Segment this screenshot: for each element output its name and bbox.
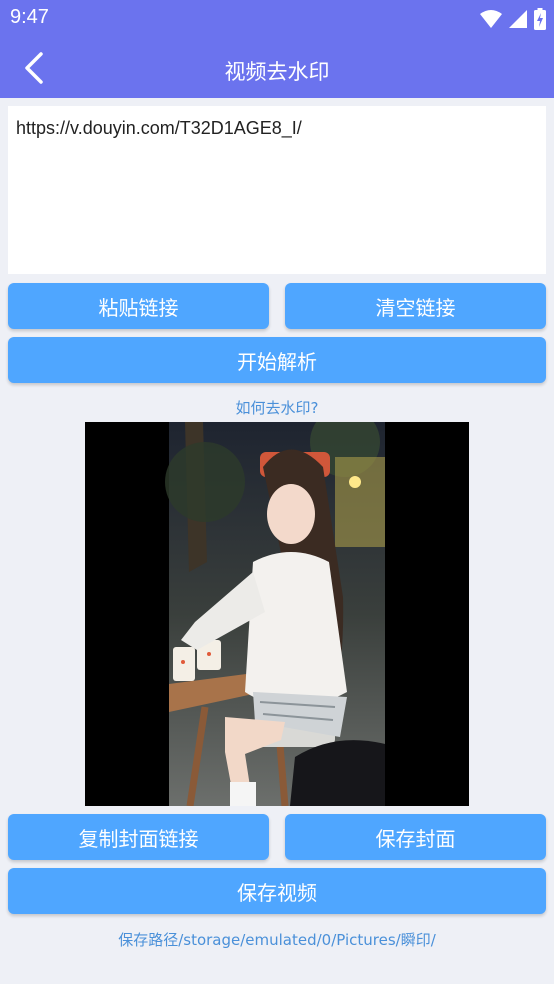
page-title: 视频去水印 [224, 60, 330, 84]
how-to-remove-watermark-link[interactable]: 如何去水印? [0, 397, 554, 418]
signal-icon [509, 10, 527, 28]
copy-cover-link-button[interactable]: 复制封面链接 [8, 814, 269, 860]
video-preview[interactable] [85, 422, 469, 806]
start-parse-button[interactable]: 开始解析 [8, 337, 546, 383]
save-video-button[interactable]: 保存视频 [8, 868, 546, 914]
clear-link-button[interactable]: 清空链接 [285, 283, 546, 329]
video-cover-image [165, 422, 385, 806]
status-bar: 9:47 [0, 0, 554, 38]
status-icons [480, 8, 546, 30]
save-cover-button[interactable]: 保存封面 [285, 814, 546, 860]
app-bar: 视频去水印 [0, 38, 554, 98]
paste-link-button[interactable]: 粘贴链接 [8, 283, 269, 329]
save-path-label: 保存路径/storage/emulated/0/Pictures/瞬印/ [118, 931, 436, 949]
url-input[interactable] [8, 106, 546, 274]
battery-icon [534, 8, 546, 30]
wifi-icon [480, 10, 502, 28]
status-time: 9:47 [10, 6, 49, 28]
